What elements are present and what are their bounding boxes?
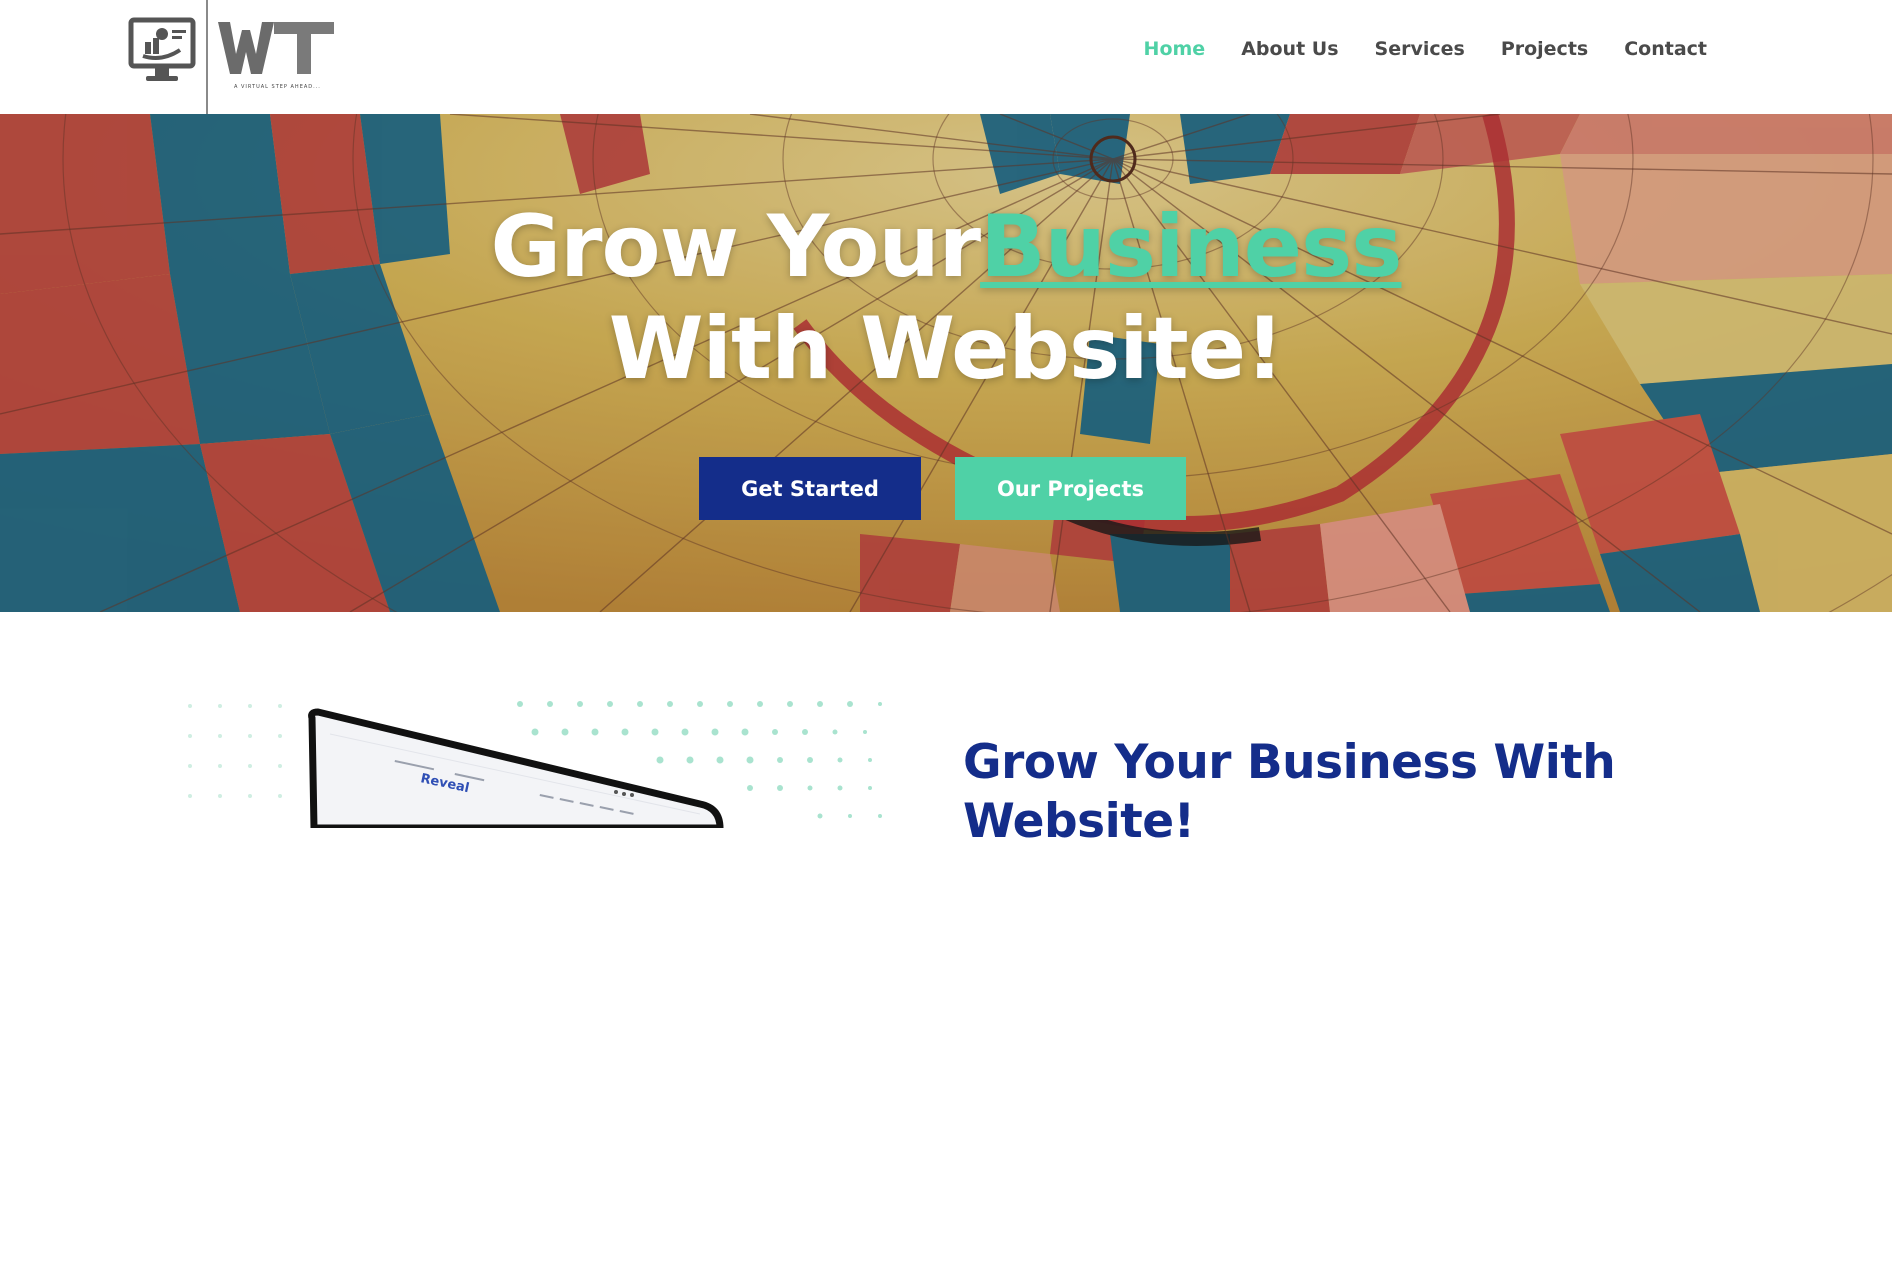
nav-contact[interactable]: Contact [1624,38,1707,60]
hero-title-accent: Business [980,197,1402,297]
section-title: Grow Your Business With Website! [963,735,1616,849]
site-logo[interactable]: A VIRTUAL STEP AHEAD... [128,0,348,114]
nav-home[interactable]: Home [1144,38,1206,60]
nav-projects[interactable]: Projects [1501,38,1588,60]
laptop-mockup-image: Reveal [180,694,888,828]
logo-tagline: A VIRTUAL STEP AHEAD... [234,84,321,90]
logo-divider [206,0,208,114]
logo-wordmark [218,22,334,74]
nav-about-us[interactable]: About Us [1241,38,1338,60]
mockup-graphic: Reveal [188,701,882,828]
nav-services[interactable]: Services [1375,38,1465,60]
main-nav: Home About Us Services Projects Contact [1144,38,1707,60]
site-header: A VIRTUAL STEP AHEAD... Home About Us Se… [0,0,1892,114]
get-started-button[interactable]: Get Started [699,457,921,520]
hero-title-part1: Grow Your [490,197,982,297]
hero-title-line2: With Website! [608,299,1285,399]
our-projects-button[interactable]: Our Projects [955,457,1186,520]
laptop-screen: Reveal [308,708,724,828]
logo-graphic: A VIRTUAL STEP AHEAD... [128,0,334,114]
hero-title-line1: Grow YourBusiness [0,204,1892,290]
monitor-icon [128,17,196,81]
hero-section: Grow YourBusiness With Website! Get Star… [0,114,1892,612]
